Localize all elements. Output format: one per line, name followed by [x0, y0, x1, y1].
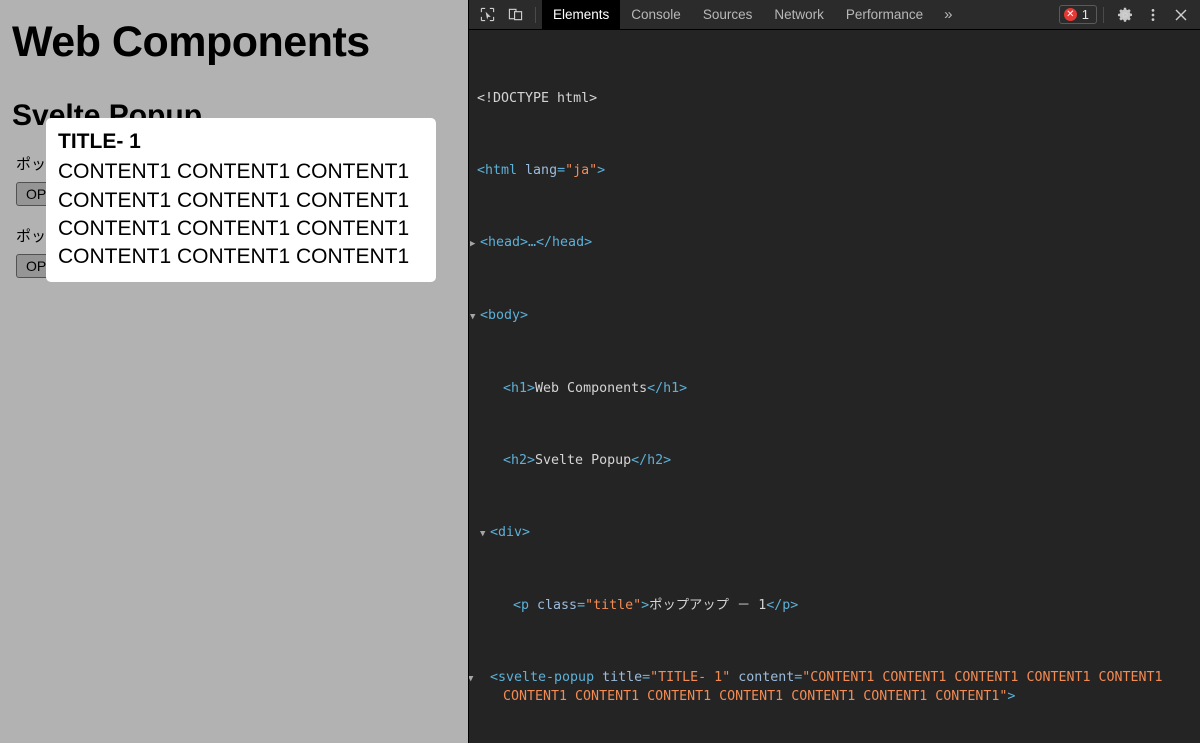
devtools-panel: Elements Console Sources Network Perform…	[468, 0, 1200, 743]
dom-html-open[interactable]: <html lang="ja">	[469, 162, 1200, 180]
inspect-element-icon[interactable]	[473, 3, 501, 27]
device-toolbar-icon[interactable]	[501, 3, 529, 27]
tab-performance[interactable]: Performance	[835, 0, 934, 30]
dom-head-collapsed[interactable]: ▶ <head>…</head>	[469, 234, 1200, 253]
error-count-label: 1	[1081, 7, 1089, 22]
toolbar-divider-2	[1103, 6, 1104, 23]
dom-div-open-1[interactable]: ▼ <div>	[469, 524, 1200, 543]
error-icon: ✕	[1063, 8, 1077, 21]
popup-backdrop[interactable]	[0, 0, 468, 743]
web-page-viewport: Web Components Svelte Popup ポップアップ － 1 O…	[0, 0, 468, 743]
dom-h1[interactable]: <h1>Web Components</h1>	[469, 380, 1200, 398]
chevron-double-right-icon[interactable]: »	[934, 0, 962, 30]
screenshot-root: Web Components Svelte Popup ポップアップ － 1 O…	[0, 0, 1200, 743]
toolbar-divider	[535, 6, 536, 23]
popup-dialog: TITLE- 1 CONTENT1 CONTENT1 CONTENT1 CONT…	[46, 118, 436, 282]
dom-body-open[interactable]: ▼ <body>	[469, 307, 1200, 326]
error-count-badge[interactable]: ✕ 1	[1058, 5, 1097, 24]
dom-tree[interactable]: <!DOCTYPE html> <html lang="ja"> ▶ <head>…	[469, 30, 1200, 743]
tab-network[interactable]: Network	[763, 0, 835, 30]
tab-console[interactable]: Console	[620, 0, 692, 30]
dom-p-title-1[interactable]: <p class="title">ポップアップ － 1</p>	[469, 597, 1200, 615]
dialog-content: CONTENT1 CONTENT1 CONTENT1 CONTENT1 CONT…	[58, 160, 410, 269]
tab-elements[interactable]: Elements	[542, 0, 621, 30]
devtools-toolbar: Elements Console Sources Network Perform…	[469, 0, 1200, 30]
dom-doctype: <!DOCTYPE html>	[477, 91, 598, 106]
close-icon[interactable]	[1168, 3, 1194, 27]
dom-svelte-popup-1-open[interactable]: ▼ <svelte-popup title="TITLE- 1" content=…	[469, 669, 1200, 706]
toolbar-right-group: ✕ 1	[1058, 3, 1200, 27]
more-vertical-icon[interactable]	[1140, 3, 1166, 27]
tab-sources[interactable]: Sources	[692, 0, 764, 30]
dom-h2[interactable]: <h2>Svelte Popup</h2>	[469, 452, 1200, 470]
dialog-title: TITLE- 1	[58, 130, 141, 153]
gear-icon[interactable]	[1112, 3, 1138, 27]
